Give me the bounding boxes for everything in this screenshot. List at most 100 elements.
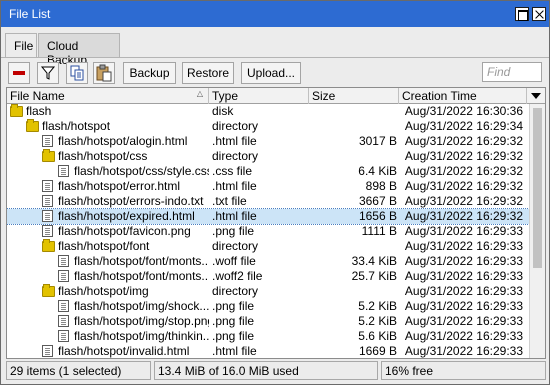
- cell-size: 1656 B: [358, 209, 397, 223]
- cell-size: 1669 B: [358, 344, 397, 358]
- table-row[interactable]: flash/hotspot/img/stop.png .png file 5.2 K…: [7, 314, 529, 329]
- toolbar: Backup Restore Upload... Find: [1, 57, 549, 87]
- cell-creation-time: Aug/31/2022 16:29:33: [404, 254, 523, 268]
- file-icon: [42, 345, 53, 357]
- cell-type: .woff file: [212, 254, 256, 268]
- window-title: File List: [9, 7, 51, 21]
- cell-type: directory: [212, 119, 259, 133]
- cell-creation-time: Aug/31/2022 16:29:33: [404, 299, 523, 313]
- table-row[interactable]: flash/hotspot/error.html .html file 898 B A…: [7, 179, 529, 194]
- file-icon: [42, 135, 53, 147]
- table-row[interactable]: flash/hotspot/invalid.html .html file 1669…: [7, 344, 529, 358]
- cell-file-name: flash/hotspot/favicon.png: [7, 224, 209, 239]
- file-table: File Name △ Type Size Creation Time flas…: [6, 87, 546, 359]
- cell-file-name: flash/hotspot/invalid.html: [7, 344, 209, 358]
- cell-type: .png file: [212, 299, 255, 313]
- column-menu-button[interactable]: [527, 88, 545, 104]
- cell-type: .png file: [212, 329, 255, 343]
- copy-icon: [70, 65, 84, 81]
- tab-file[interactable]: File: [5, 33, 37, 58]
- table-row[interactable]: flash/hotspot directory Aug/31/2022 16:29:…: [7, 119, 529, 134]
- paste-button[interactable]: [93, 62, 115, 84]
- table-row[interactable]: flash/hotspot/font directory Aug/31/2022 1…: [7, 239, 529, 254]
- status-item-count: 29 items (1 selected): [6, 361, 151, 380]
- cell-creation-time: Aug/31/2022 16:29:33: [404, 224, 523, 238]
- vertical-scrollbar[interactable]: [529, 104, 545, 358]
- restore-button[interactable]: Restore: [182, 62, 234, 84]
- folder-icon: [42, 239, 55, 252]
- folder-icon: [42, 149, 55, 162]
- cell-type: directory: [212, 284, 259, 298]
- file-name-text: flash/hotspot/favicon.png: [58, 224, 191, 238]
- copy-button[interactable]: [66, 62, 88, 84]
- backup-button[interactable]: Backup: [123, 62, 176, 84]
- cell-creation-time: Aug/31/2022 16:29:33: [404, 239, 523, 253]
- file-name-text: flash/hotspot: [42, 119, 111, 133]
- cell-creation-time: Aug/31/2022 16:29:33: [404, 314, 523, 328]
- cell-creation-time: Aug/31/2022 16:29:32: [404, 149, 523, 163]
- cell-size: [309, 119, 397, 134]
- filter-button[interactable]: [37, 62, 59, 84]
- sort-indicator-icon: △: [196, 89, 203, 98]
- column-header-name[interactable]: File Name △: [7, 88, 209, 104]
- tab-cloud-backup[interactable]: Cloud Backup: [38, 33, 120, 67]
- find-input[interactable]: Find: [482, 62, 542, 82]
- title-bar[interactable]: File List: [1, 1, 549, 27]
- column-header-size[interactable]: Size: [309, 88, 399, 104]
- cell-type: .txt file: [212, 194, 247, 208]
- file-name-text: flash/hotspot/css: [58, 149, 148, 163]
- cell-creation-time: Aug/31/2022 16:29:33: [404, 284, 523, 298]
- table-row[interactable]: flash/hotspot/errors-indo.txt .txt file 36…: [7, 194, 529, 209]
- table-row[interactable]: flash/hotspot/img directory Aug/31/2022 16…: [7, 284, 529, 299]
- cell-creation-time: Aug/31/2022 16:29:32: [404, 164, 523, 178]
- cell-size: 1111 B: [361, 224, 397, 238]
- file-icon: [42, 195, 53, 207]
- file-name-text: flash/hotspot/img/stop.png: [74, 314, 209, 328]
- cell-file-name: flash/hotspot/font/monts...: [7, 254, 209, 269]
- table-row[interactable]: flash/hotspot/css/style.css .css file 6.4 …: [7, 164, 529, 179]
- cell-creation-time: Aug/31/2022 16:29:34: [404, 119, 523, 133]
- cell-file-name: flash/hotspot/css/style.css: [7, 164, 209, 179]
- column-header-type[interactable]: Type: [209, 88, 309, 104]
- table-row[interactable]: flash/hotspot/img/shock... .png file 5.2 K…: [7, 299, 529, 314]
- remove-icon: [13, 71, 25, 75]
- column-header-name-label: File Name: [10, 89, 65, 103]
- file-icon: [58, 270, 69, 282]
- filter-icon: [40, 66, 56, 80]
- file-icon: [42, 180, 53, 192]
- table-row[interactable]: flash/hotspot/favicon.png .png file 1111 B…: [7, 224, 529, 239]
- cell-file-name: flash/hotspot/alogin.html: [7, 134, 209, 149]
- cell-size: 5.2 KiB: [358, 314, 397, 328]
- cell-type: disk: [212, 104, 234, 118]
- column-header-creation-time[interactable]: Creation Time: [399, 88, 527, 104]
- close-icon[interactable]: [532, 7, 546, 21]
- cell-type: directory: [212, 149, 259, 163]
- scrollbar-thumb[interactable]: [533, 108, 542, 268]
- file-icon: [58, 255, 69, 267]
- remove-button[interactable]: [8, 62, 30, 84]
- file-name-text: flash/hotspot/font: [58, 239, 150, 253]
- upload-button[interactable]: Upload...: [241, 62, 301, 84]
- cell-type: directory: [212, 239, 259, 253]
- cell-creation-time: Aug/31/2022 16:30:36: [404, 104, 523, 118]
- cell-file-name: flash/hotspot/font: [7, 239, 209, 254]
- cell-size: 3017 B: [358, 134, 397, 148]
- table-row[interactable]: flash disk Aug/31/2022 16:30:36: [7, 104, 529, 119]
- paste-icon: [96, 64, 112, 82]
- cell-creation-time: Aug/31/2022 16:29:32: [404, 209, 523, 223]
- cell-size: [309, 239, 397, 254]
- table-row[interactable]: flash/hotspot/img/thinkin... .png file 5.6…: [7, 329, 529, 344]
- table-row[interactable]: flash/hotspot/font/monts... .woff2 file 25…: [7, 269, 529, 284]
- cell-size: 6.4 KiB: [358, 164, 397, 178]
- table-row[interactable]: flash/hotspot/alogin.html .html file 3017 …: [7, 134, 529, 149]
- table-row[interactable]: flash/hotspot/css directory Aug/31/2022 16…: [7, 149, 529, 164]
- table-row[interactable]: flash/hotspot/font/monts... .woff file 33.…: [7, 254, 529, 269]
- table-row[interactable]: flash/hotspot/expired.html .html file 1656…: [7, 208, 530, 225]
- cell-file-name: flash/hotspot/img/thinkin...: [7, 329, 209, 344]
- cell-creation-time: Aug/31/2022 16:29:32: [404, 194, 523, 208]
- file-name-text: flash/hotspot/expired.html: [58, 209, 195, 223]
- restore-window-icon[interactable]: [515, 7, 529, 21]
- cell-file-name: flash/hotspot: [7, 119, 209, 134]
- cell-file-name: flash: [7, 104, 209, 119]
- cell-type: .woff2 file: [212, 269, 263, 283]
